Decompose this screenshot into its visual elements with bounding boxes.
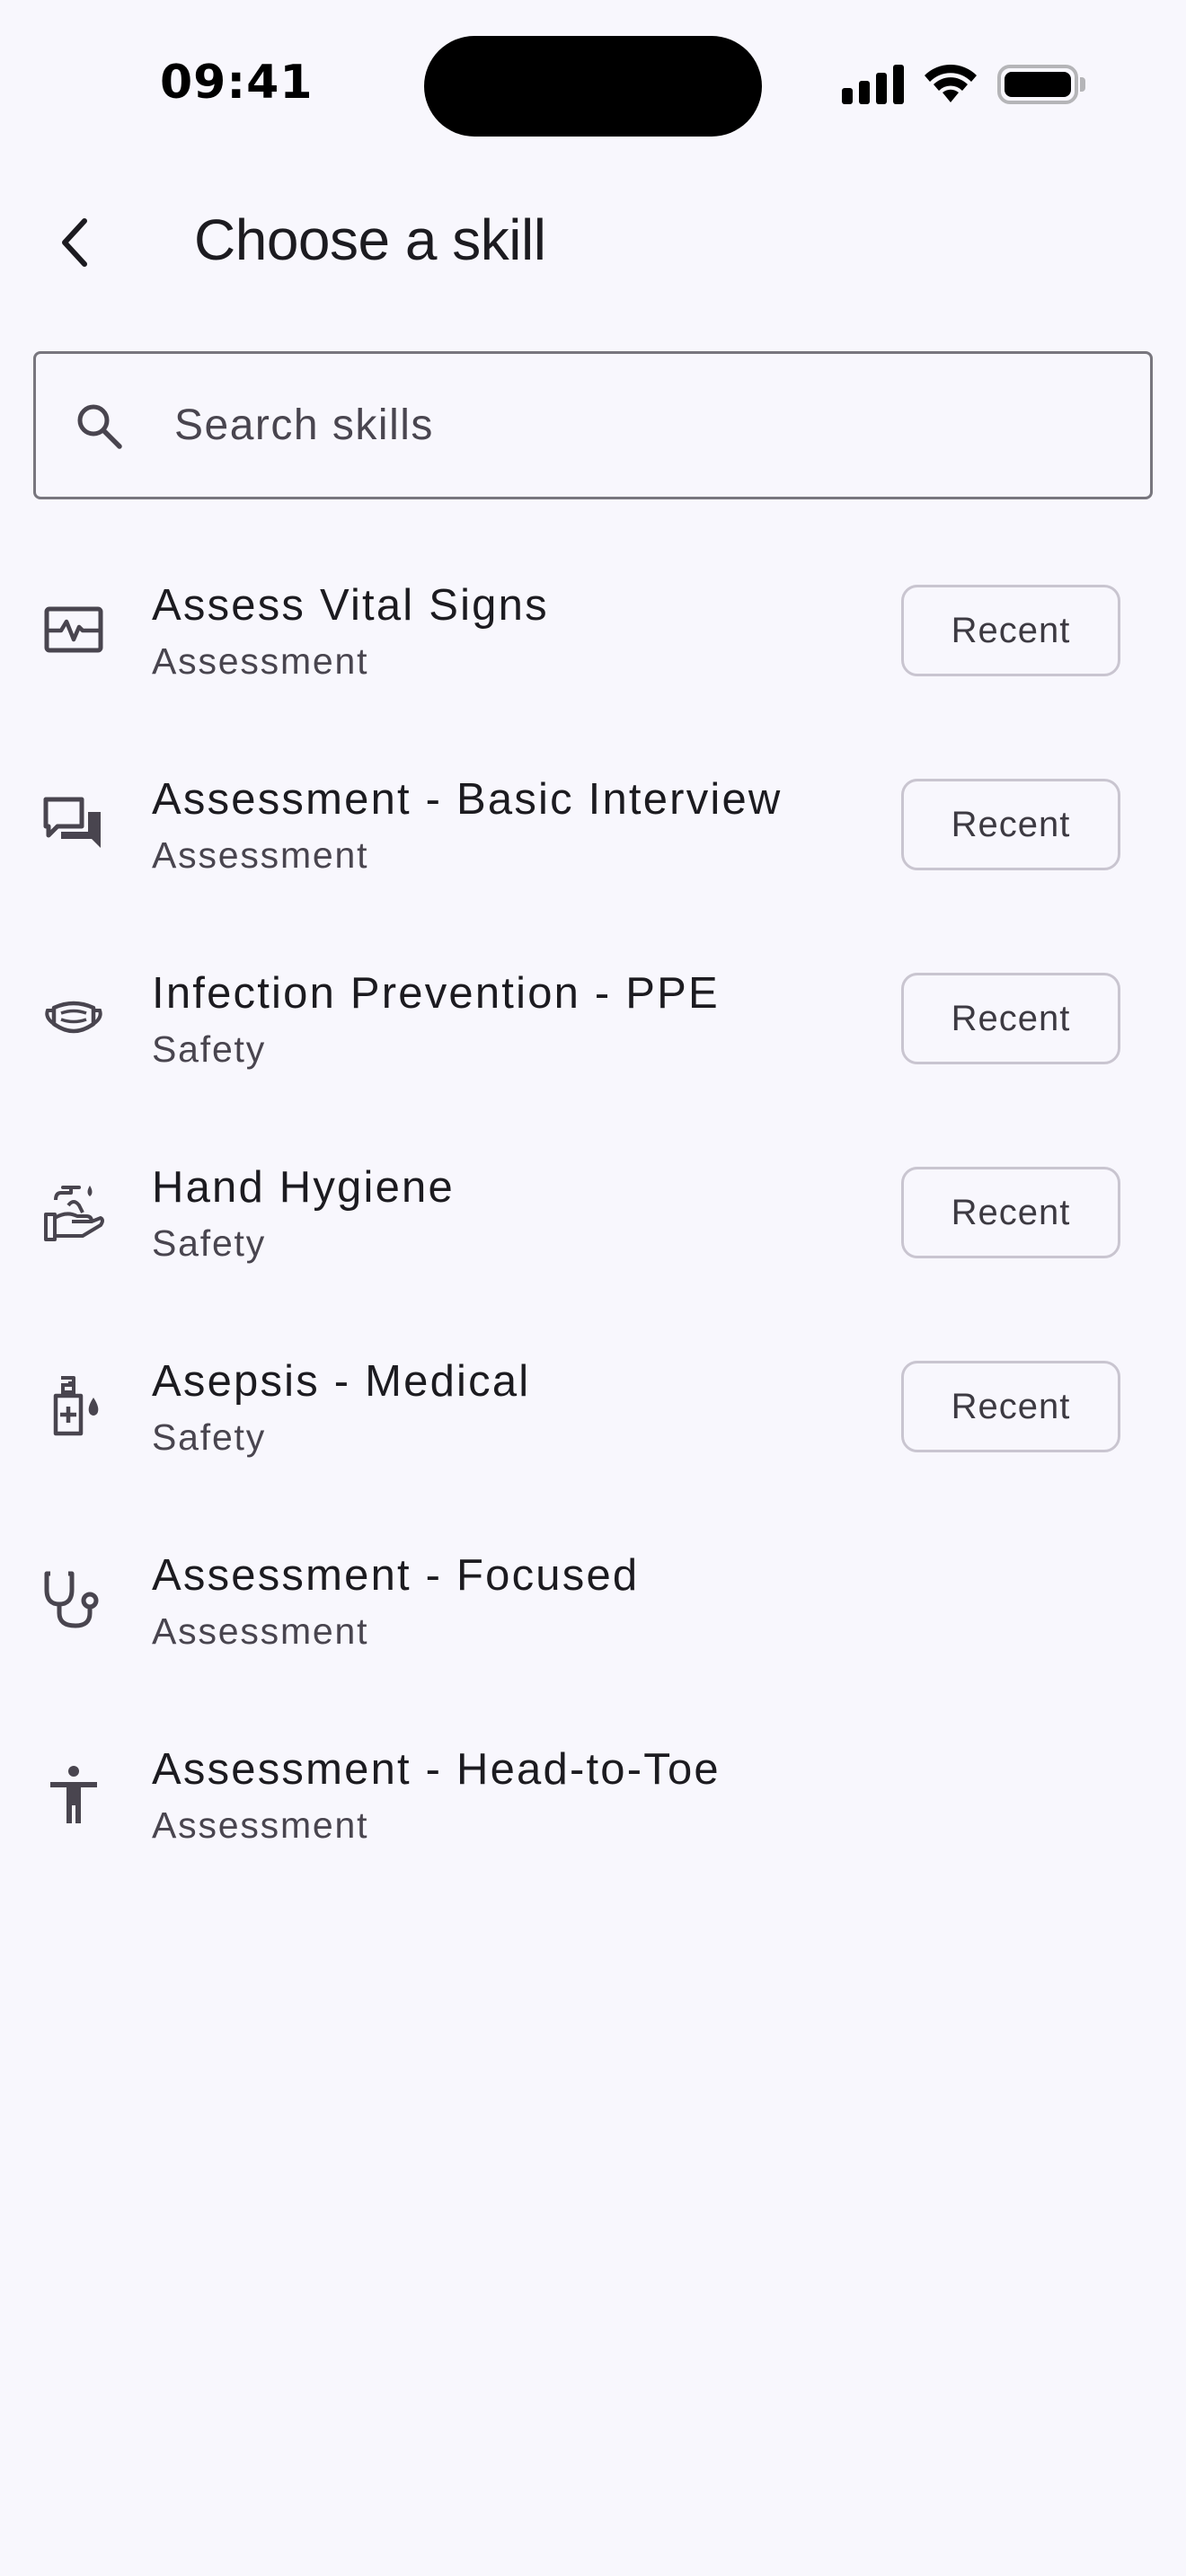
recent-chip[interactable]: Recent bbox=[901, 1361, 1120, 1452]
search-field[interactable] bbox=[33, 351, 1153, 499]
recent-chip-label: Recent bbox=[951, 998, 1071, 1038]
skill-category: Assessment bbox=[152, 834, 369, 876]
chat-bubbles-icon bbox=[43, 797, 101, 848]
skill-name: Assessment - Basic Interview bbox=[152, 775, 783, 824]
face-mask-icon bbox=[45, 1001, 102, 1034]
battery-icon bbox=[997, 65, 1085, 104]
hand-wash-icon bbox=[44, 1186, 104, 1241]
dynamic-island bbox=[424, 36, 762, 137]
recent-chip[interactable]: Recent bbox=[901, 585, 1120, 676]
recent-chip-label: Recent bbox=[951, 804, 1071, 844]
recent-chip-label: Recent bbox=[951, 610, 1071, 650]
skill-name: Assess Vital Signs bbox=[152, 581, 549, 630]
search-icon bbox=[77, 404, 122, 449]
chevron-left-icon bbox=[62, 218, 87, 267]
skill-category: Safety bbox=[152, 1222, 267, 1264]
skill-category: Assessment bbox=[152, 640, 369, 682]
skill-name: Assessment - Focused bbox=[152, 1551, 640, 1600]
skill-name: Asepsis - Medical bbox=[152, 1357, 531, 1406]
recent-chip[interactable]: Recent bbox=[901, 1167, 1120, 1258]
skill-category: Safety bbox=[152, 1416, 267, 1458]
skill-text: Assessment - Focused Assessment bbox=[152, 1548, 639, 1654]
page-title: Choose a skill bbox=[194, 207, 546, 272]
skill-item-basic-interview[interactable]: Assessment - Basic Interview Assessment … bbox=[0, 728, 1186, 922]
skill-category: Assessment bbox=[152, 1610, 369, 1652]
skill-item-assessment-head-to-toe[interactable]: Assessment - Head-to-Toe Assessment bbox=[0, 1698, 1186, 1892]
skill-item-asepsis-medical[interactable]: Asepsis - Medical Safety Recent bbox=[0, 1310, 1186, 1504]
recent-chip[interactable]: Recent bbox=[901, 973, 1120, 1064]
status-bar: 09:41 bbox=[0, 0, 1186, 171]
vital-signs-monitor-icon bbox=[44, 606, 103, 653]
recent-chip-label: Recent bbox=[951, 1192, 1071, 1232]
status-time: 09:41 bbox=[160, 56, 314, 110]
accessibility-person-icon bbox=[50, 1766, 97, 1823]
skill-text: Hand Hygiene Safety bbox=[152, 1160, 455, 1266]
skill-text: Assess Vital Signs Assessment bbox=[152, 578, 549, 684]
skill-text: Infection Prevention - PPE Safety bbox=[152, 966, 720, 1072]
skill-item-assessment-focused[interactable]: Assessment - Focused Assessment bbox=[0, 1504, 1186, 1698]
skill-name: Hand Hygiene bbox=[152, 1163, 455, 1212]
sanitizer-icon bbox=[53, 1376, 99, 1436]
skill-category: Safety bbox=[152, 1028, 267, 1070]
skill-text: Assessment - Basic Interview Assessment bbox=[152, 772, 783, 878]
back-button[interactable] bbox=[38, 203, 117, 282]
status-icons bbox=[842, 65, 1085, 104]
app-bar: Choose a skill bbox=[0, 180, 1186, 305]
search-input[interactable] bbox=[174, 354, 1127, 497]
skill-name: Infection Prevention - PPE bbox=[152, 969, 720, 1018]
skill-item-assess-vital-signs[interactable]: Assess Vital Signs Assessment Recent bbox=[0, 534, 1186, 728]
recent-chip-label: Recent bbox=[951, 1386, 1071, 1426]
stethoscope-icon bbox=[44, 1571, 99, 1628]
skill-item-infection-prevention-ppe[interactable]: Infection Prevention - PPE Safety Recent bbox=[0, 922, 1186, 1116]
skill-category: Assessment bbox=[152, 1804, 369, 1846]
skill-text: Assessment - Head-to-Toe Assessment bbox=[152, 1742, 721, 1848]
skill-text: Asepsis - Medical Safety bbox=[152, 1354, 530, 1460]
recent-chip[interactable]: Recent bbox=[901, 779, 1120, 870]
skill-name: Assessment - Head-to-Toe bbox=[152, 1745, 721, 1794]
wifi-icon bbox=[925, 65, 977, 102]
skill-item-hand-hygiene[interactable]: Hand Hygiene Safety Recent bbox=[0, 1116, 1186, 1310]
skill-list: Assess Vital Signs Assessment Recent Ass… bbox=[0, 534, 1186, 1892]
cellular-signal-icon bbox=[842, 65, 904, 104]
